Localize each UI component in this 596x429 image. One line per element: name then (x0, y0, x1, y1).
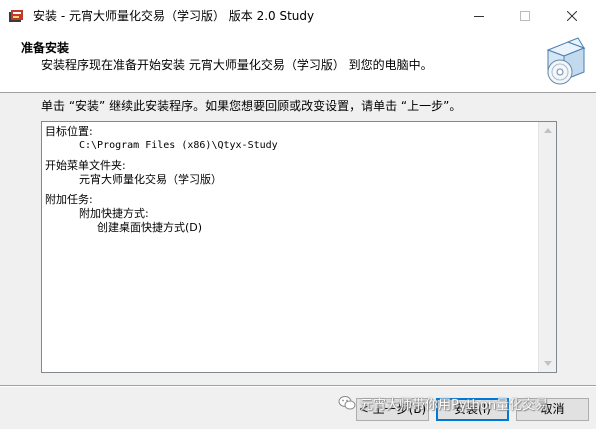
install-summary-box[interactable]: 目标位置: C:\Program Files (x86)\Qtyx-Study … (41, 121, 557, 373)
installer-window: 安装 - 元宵大师量化交易（学习版） 版本 2.0 Study 准备安装 安装程… (0, 0, 596, 429)
window-title: 安装 - 元宵大师量化交易（学习版） 版本 2.0 Study (33, 9, 315, 23)
title-bar: 安装 - 元宵大师量化交易（学习版） 版本 2.0 Study (0, 0, 596, 32)
install-box-disc-icon (546, 37, 586, 85)
page-title: 准备安装 (21, 41, 70, 55)
close-icon (567, 11, 577, 21)
close-button[interactable] (548, 0, 596, 32)
minimize-button[interactable] (456, 0, 502, 32)
maximize-button[interactable] (502, 0, 548, 32)
destination-label: 目标位置: (45, 125, 93, 138)
tasks-item: 创建桌面快捷方式(D) (97, 221, 203, 234)
chevron-up-icon (543, 128, 552, 133)
page-subtitle: 安装程序现在准备开始安装 元宵大师量化交易（学习版） 到您的电脑中。 (41, 58, 433, 72)
tasks-label: 附加任务: (45, 193, 93, 206)
scroll-down-button[interactable] (539, 355, 556, 372)
destination-path: C:\Program Files (x86)\Qtyx-Study (79, 140, 278, 151)
start-menu-label: 开始菜单文件夹: (45, 159, 126, 172)
instruction-text: 单击 “安装” 继续此安装程序。如果您想要回顾或改变设置，请单击 “上一步”。 (41, 99, 462, 113)
summary-scrollbar[interactable] (538, 122, 556, 372)
wechat-icon (338, 396, 356, 410)
chevron-down-icon (543, 361, 552, 366)
maximize-icon (520, 11, 530, 21)
page-header: 准备安装 安装程序现在准备开始安装 元宵大师量化交易（学习版） 到您的电脑中。 (0, 32, 596, 93)
minimize-icon (474, 16, 484, 17)
watermark: 元宵大师带你用Python量化交易 (338, 393, 548, 413)
start-menu-folder: 元宵大师量化交易（学习版） (79, 173, 222, 186)
watermark-text: 元宵大师带你用Python量化交易 (360, 397, 549, 413)
install-summary-text: 目标位置: C:\Program Files (x86)\Qtyx-Study … (45, 125, 537, 235)
scroll-up-button[interactable] (539, 122, 556, 139)
tasks-group: 附加快捷方式: (79, 207, 149, 220)
setup-app-icon (9, 10, 23, 22)
footer-divider (0, 385, 596, 387)
